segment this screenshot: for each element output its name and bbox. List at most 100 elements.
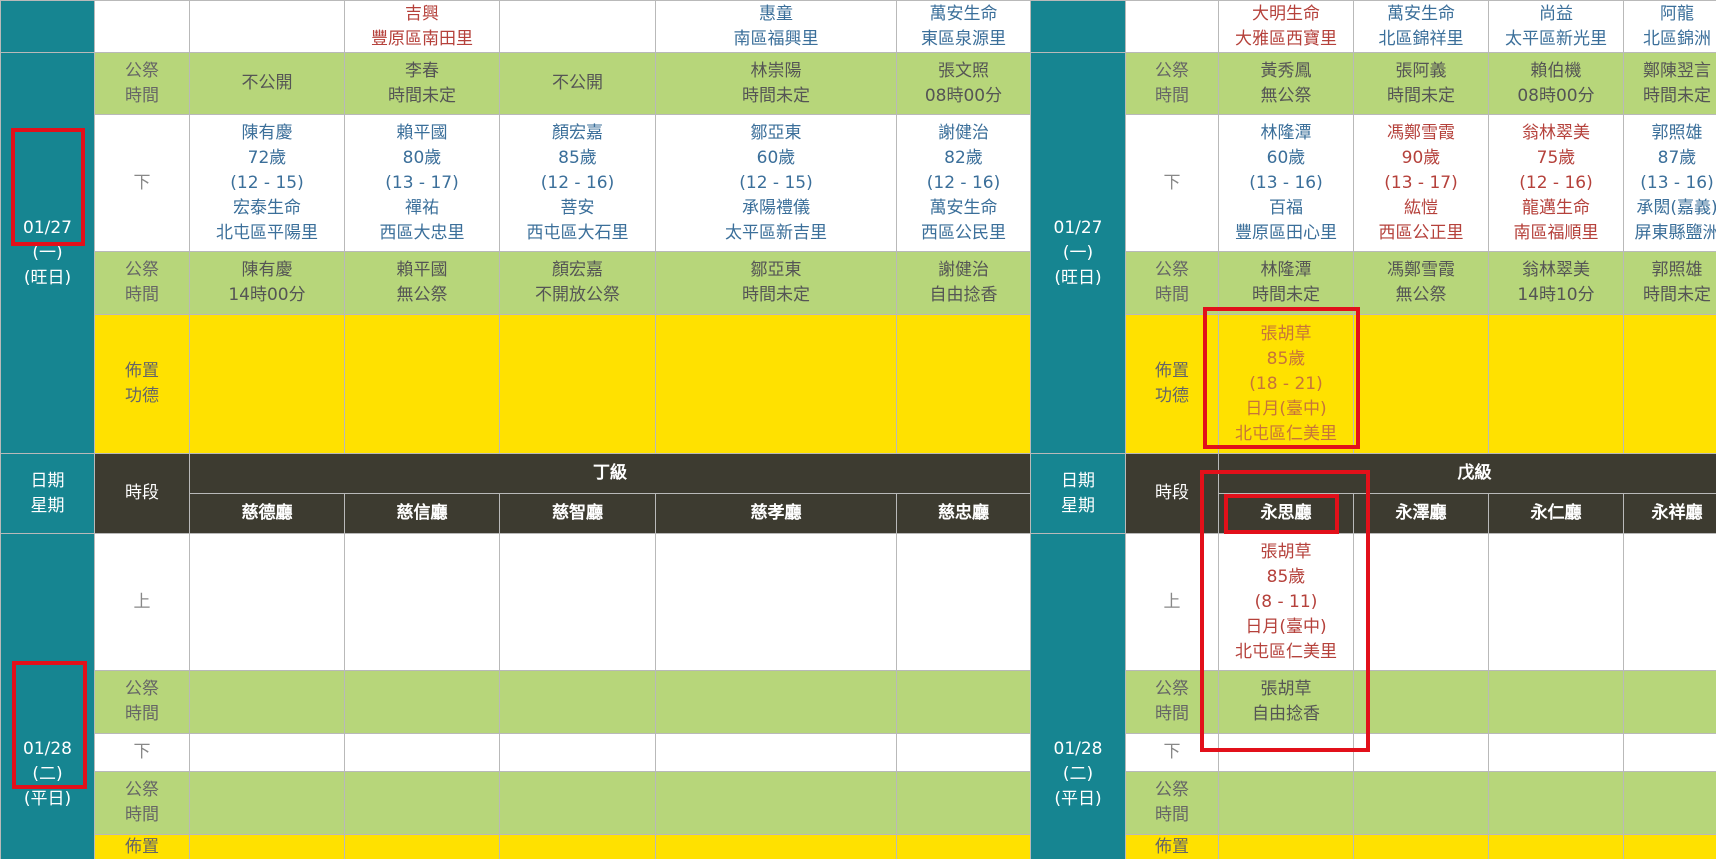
schedule-cell[interactable]: 顏宏嘉 不開放公祭 (499, 251, 656, 315)
schedule-cell[interactable] (655, 670, 897, 734)
schedule-cell[interactable] (896, 314, 1031, 454)
schedule-cell[interactable]: 黃秀鳳 無公祭 (1218, 52, 1354, 115)
schedule-cell[interactable] (655, 314, 897, 454)
hall-header[interactable]: 永思廳 (1218, 493, 1354, 534)
hall-header[interactable]: 永澤廳 (1353, 493, 1489, 534)
schedule-cell[interactable]: 張胡草 85歲 (18 - 21) 日月(臺中) 北屯區仁美里 (1218, 314, 1354, 454)
schedule-cell[interactable]: 謝健治 82歲 (12 - 16) 萬安生命 西區公民里 (896, 114, 1031, 252)
schedule-cell[interactable]: 謝健治 自由捻香 (896, 251, 1031, 315)
schedule-cell[interactable] (344, 771, 500, 835)
schedule-cell[interactable] (499, 314, 656, 454)
schedule-cell[interactable] (499, 771, 656, 835)
schedule-cell[interactable] (1623, 733, 1716, 772)
schedule-cell[interactable]: 馮鄭雪霞 無公祭 (1353, 251, 1489, 315)
schedule-cell[interactable]: 萬安生命 北區錦祥里 (1353, 0, 1489, 53)
hall-header[interactable]: 永仁廳 (1488, 493, 1624, 534)
schedule-cell[interactable] (1218, 834, 1354, 859)
schedule-cell[interactable]: 不公開 (499, 52, 656, 115)
schedule-cell[interactable] (896, 733, 1031, 772)
schedule-cell[interactable]: 賴平國 80歲 (13 - 17) 禪祐 西區大忠里 (344, 114, 500, 252)
schedule-cell[interactable] (1218, 733, 1354, 772)
schedule-cell[interactable] (655, 533, 897, 671)
hall-header[interactable]: 慈信廳 (344, 493, 500, 534)
schedule-cell[interactable] (896, 771, 1031, 835)
schedule-cell[interactable]: 不公開 (189, 52, 345, 115)
hall-header[interactable]: 慈智廳 (499, 493, 656, 534)
schedule-cell[interactable]: 鄒亞東 時間未定 (655, 251, 897, 315)
hall-header[interactable]: 慈德廳 (189, 493, 345, 534)
schedule-cell[interactable] (1488, 670, 1624, 734)
schedule-cell[interactable] (189, 533, 345, 671)
schedule-cell[interactable]: 陳有慶 72歲 (12 - 15) 宏泰生命 北屯區平陽里 (189, 114, 345, 252)
schedule-cell[interactable] (1353, 533, 1489, 671)
schedule-cell[interactable] (1488, 533, 1624, 671)
schedule-cell[interactable] (1488, 314, 1624, 454)
schedule-cell[interactable]: 張胡草 85歲 (8 - 11) 日月(臺中) 北屯區仁美里 (1218, 533, 1354, 671)
schedule-cell[interactable]: 翁林翠美 75歲 (12 - 16) 龍邁生命 南區福順里 (1488, 114, 1624, 252)
schedule-cell[interactable]: 阿龍 北區錦洲 (1623, 0, 1716, 53)
hall-header[interactable]: 慈忠廳 (896, 493, 1031, 534)
schedule-cell[interactable]: 萬安生命 東區泉源里 (896, 0, 1031, 53)
schedule-cell[interactable]: 張阿義 時間未定 (1353, 52, 1489, 115)
schedule-cell[interactable] (189, 314, 345, 454)
schedule-cell[interactable]: 馮鄭雪霞 90歲 (13 - 17) 紘愷 西區公正里 (1353, 114, 1489, 252)
schedule-cell[interactable] (1623, 834, 1716, 859)
schedule-cell[interactable] (344, 834, 500, 859)
schedule-cell[interactable] (344, 670, 500, 734)
schedule-cell[interactable] (1623, 314, 1716, 454)
schedule-cell[interactable] (896, 533, 1031, 671)
schedule-cell[interactable]: 張文照 08時00分 (896, 52, 1031, 115)
hall-header[interactable]: 永祥廳 (1623, 493, 1716, 534)
schedule-cell[interactable] (1488, 733, 1624, 772)
schedule-cell[interactable]: 翁林翠美 14時10分 (1488, 251, 1624, 315)
schedule-cell[interactable] (655, 771, 897, 835)
schedule-cell[interactable] (1623, 771, 1716, 835)
schedule-cell[interactable] (499, 0, 656, 53)
schedule-cell[interactable]: 尚益 太平區新光里 (1488, 0, 1624, 53)
schedule-cell[interactable]: 張胡草 自由捻香 (1218, 670, 1354, 734)
schedule-cell[interactable]: 惠童 南區福興里 (655, 0, 897, 53)
schedule-cell[interactable] (896, 670, 1031, 734)
schedule-cell[interactable] (1623, 533, 1716, 671)
schedule-cell[interactable] (655, 834, 897, 859)
schedule-cell[interactable] (189, 670, 345, 734)
schedule-cell[interactable] (896, 834, 1031, 859)
schedule-cell[interactable]: 鄭陳翌言 時間未定 (1623, 52, 1716, 115)
schedule-cell[interactable] (1623, 670, 1716, 734)
left-schedule-table: 吉興 豐原區南田里 惠童 南區福興里 萬安生命 東區泉源里 01/27 (一) (旺日) … (0, 0, 1031, 859)
schedule-cell[interactable]: 林隆潭 時間未定 (1218, 251, 1354, 315)
schedule-cell[interactable] (189, 733, 345, 772)
schedule-cell[interactable] (1488, 771, 1624, 835)
schedule-cell[interactable]: 郭照雄 87歲 (13 - 16) 承閎(嘉義) 屏東縣鹽洲 (1623, 114, 1716, 252)
schedule-cell[interactable] (1353, 670, 1489, 734)
schedule-cell[interactable]: 吉興 豐原區南田里 (344, 0, 500, 53)
schedule-cell[interactable] (1353, 733, 1489, 772)
schedule-cell[interactable]: 林崇陽 時間未定 (655, 52, 897, 115)
schedule-cell[interactable]: 陳有慶 14時00分 (189, 251, 345, 315)
schedule-cell[interactable] (1353, 834, 1489, 859)
schedule-cell[interactable] (189, 771, 345, 835)
hall-header[interactable]: 慈孝廳 (655, 493, 897, 534)
schedule-cell[interactable] (1488, 834, 1624, 859)
schedule-cell[interactable]: 鄒亞東 60歲 (12 - 15) 承陽禮儀 太平區新吉里 (655, 114, 897, 252)
schedule-cell[interactable]: 賴伯機 08時00分 (1488, 52, 1624, 115)
schedule-cell[interactable] (1353, 314, 1489, 454)
schedule-cell[interactable]: 林隆潭 60歲 (13 - 16) 百福 豐原區田心里 (1218, 114, 1354, 252)
schedule-cell[interactable] (499, 670, 656, 734)
schedule-cell[interactable] (499, 533, 656, 671)
schedule-cell[interactable] (499, 834, 656, 859)
schedule-cell[interactable] (499, 733, 656, 772)
schedule-cell[interactable] (189, 834, 345, 859)
schedule-cell[interactable] (1218, 771, 1354, 835)
schedule-cell[interactable] (655, 733, 897, 772)
schedule-cell[interactable]: 李春 時間未定 (344, 52, 500, 115)
schedule-cell[interactable] (1353, 771, 1489, 835)
schedule-cell[interactable]: 顏宏嘉 85歲 (12 - 16) 菩安 西屯區大石里 (499, 114, 656, 252)
schedule-cell[interactable] (189, 0, 345, 53)
schedule-cell[interactable] (344, 533, 500, 671)
schedule-cell[interactable]: 郭照雄 時間未定 (1623, 251, 1716, 315)
schedule-cell[interactable]: 賴平國 無公祭 (344, 251, 500, 315)
schedule-cell[interactable]: 大明生命 大雅區西寶里 (1218, 0, 1354, 53)
schedule-cell[interactable] (344, 314, 500, 454)
schedule-cell[interactable] (344, 733, 500, 772)
